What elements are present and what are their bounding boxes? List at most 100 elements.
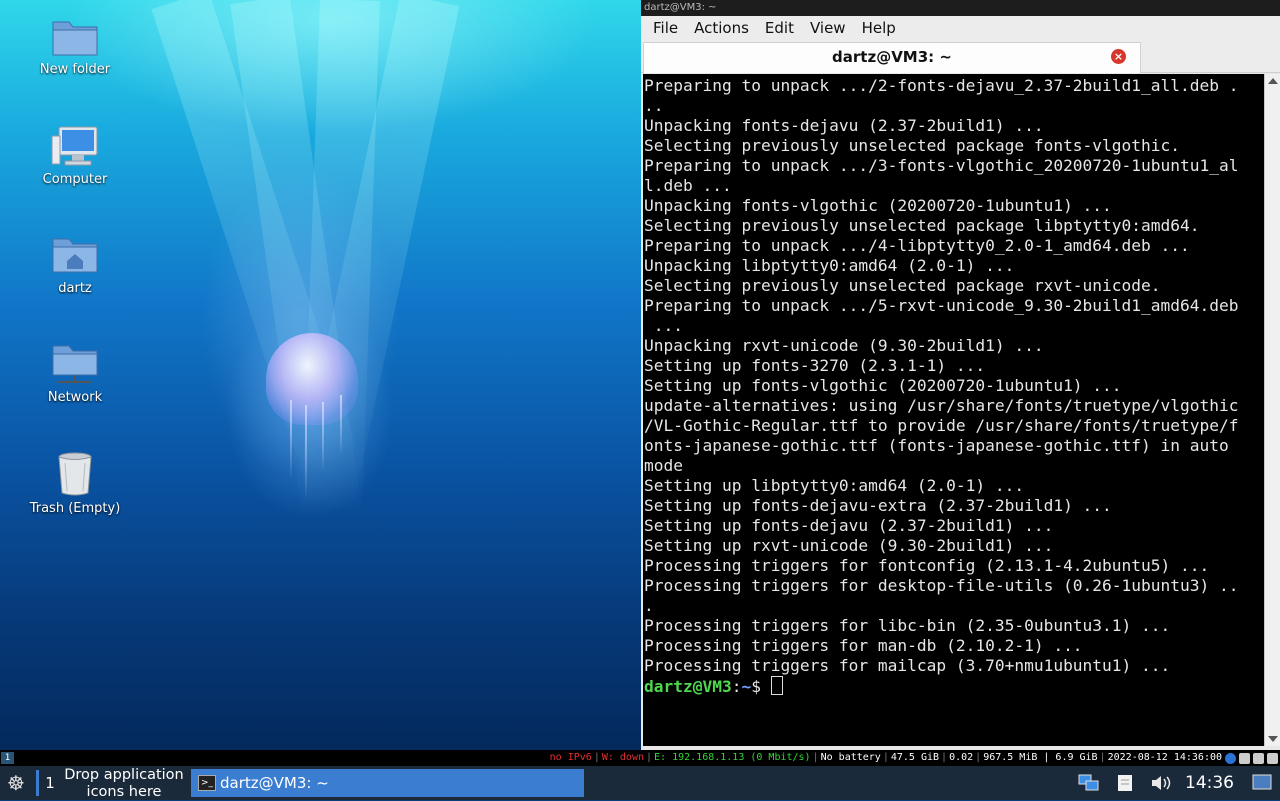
key-icon[interactable]	[1253, 752, 1264, 764]
desktop-icon-label: dartz	[58, 281, 92, 296]
key-icon[interactable]	[1239, 752, 1250, 764]
scroll-down-arrow-icon[interactable]	[1268, 736, 1278, 742]
workspace-indicator[interactable]: 1	[1, 752, 14, 764]
prompt-user: dartz@VM3	[644, 677, 732, 696]
terminal-line: Preparing to unpack .../4-libptytty0_2.0…	[644, 236, 1190, 255]
desktop-icon-network[interactable]: Network	[20, 342, 130, 405]
text-cursor	[770, 676, 783, 695]
desktop-icon-label: Trash (Empty)	[29, 501, 121, 516]
window-title-bar[interactable]: dartz@VM3: ~	[641, 0, 1280, 16]
desktop-icon-label: New folder	[39, 62, 111, 77]
jellyfish-tentacle	[305, 405, 307, 500]
status-separator: |	[646, 752, 653, 763]
desktop-wallpaper: New folder Computer dartz Network Trash …	[0, 0, 641, 750]
terminal-line: Unpacking libptytty0:amd64 (2.0-1) ...	[644, 256, 1015, 275]
terminal-window: dartz@VM3: ~ File Actions Edit View Help…	[641, 0, 1280, 750]
status-ipv6: no IPv6	[549, 752, 592, 763]
volume-icon[interactable]	[1150, 773, 1172, 793]
status-load: 0.02	[949, 752, 974, 763]
jellyfish	[266, 333, 358, 425]
taskbar: ☸ 1 Drop application icons here >_ dartz…	[0, 766, 1280, 800]
terminal-line: Selecting previously unselected package …	[644, 216, 1200, 235]
terminal-line: ..	[644, 96, 664, 115]
terminal-line: Setting up fonts-3270 (2.3.1-1) ...	[644, 356, 986, 375]
network-icon[interactable]	[1078, 773, 1100, 793]
terminal-prompt[interactable]: dartz@VM3:~$	[644, 676, 1264, 697]
terminal-line: Processing triggers for desktop-file-uti…	[644, 576, 1239, 595]
terminal-line: Preparing to unpack .../3-fonts-vlgothic…	[644, 156, 1239, 175]
home-folder-icon	[52, 238, 98, 273]
terminal-icon: >_	[198, 775, 216, 791]
tab-title: dartz@VM3: ~	[832, 48, 952, 66]
menu-edit[interactable]: Edit	[757, 19, 802, 37]
workspace-switcher[interactable]: 1	[36, 770, 61, 796]
status-memory: 967.5 MiB | 6.9 GiB	[983, 752, 1098, 763]
tab-bar: dartz@VM3: ~ ×	[641, 40, 1280, 73]
taskbar-clock[interactable]: 14:36	[1185, 773, 1234, 793]
scroll-up-arrow-icon[interactable]	[1268, 78, 1278, 84]
status-disk: 47.5 GiB	[890, 752, 940, 763]
status-battery: No battery	[820, 752, 881, 763]
terminal-line: Processing triggers for man-db (2.10.2-1…	[644, 636, 1083, 655]
terminal-line: Setting up fonts-dejavu-extra (2.37-2bui…	[644, 496, 1112, 515]
desktop-icon-new-folder[interactable]: New folder	[20, 16, 130, 77]
terminal-output[interactable]: Preparing to unpack .../2-fonts-dejavu_2…	[643, 74, 1264, 746]
terminal-line: mode	[644, 456, 683, 475]
network-folder-icon	[52, 345, 98, 383]
status-separator: |	[1099, 752, 1106, 763]
terminal-line: l.deb ...	[644, 176, 732, 195]
close-tab-icon[interactable]: ×	[1111, 49, 1126, 64]
desktop-icon-home[interactable]: dartz	[20, 233, 130, 296]
system-tray: 14:36	[1071, 766, 1280, 800]
terminal-line: Preparing to unpack .../2-fonts-dejavu_2…	[644, 76, 1239, 95]
taskbar-item-terminal[interactable]: >_ dartz@VM3: ~	[191, 769, 584, 797]
terminal-line: /VL-Gothic-Regular.ttf to provide /usr/s…	[644, 416, 1239, 435]
terminal-line: .	[644, 596, 654, 615]
terminal-scrollbar[interactable]	[1264, 74, 1280, 746]
quick-launch-area[interactable]: Drop application icons here	[60, 767, 188, 801]
status-wifi: W: down	[601, 752, 644, 763]
terminal-line: ...	[644, 316, 683, 335]
terminal-line: Setting up fonts-vlgothic (20200720-1ubu…	[644, 376, 1122, 395]
menu-file[interactable]: File	[645, 19, 686, 37]
terminal-line: Setting up rxvt-unicode (9.30-2build1) .…	[644, 536, 1054, 555]
desktop-icon-trash[interactable]: Trash (Empty)	[20, 451, 130, 516]
folder-icon	[52, 21, 98, 56]
terminal-line: Selecting previously unselected package …	[644, 276, 1161, 295]
terminal-line: Processing triggers for mailcap (3.70+nm…	[644, 656, 1171, 675]
terminal-line: onts-japanese-gothic.ttf (fonts-japanese…	[644, 436, 1229, 455]
jellyfish-tentacle	[290, 400, 292, 480]
terminal-line: Processing triggers for fontconfig (2.13…	[644, 556, 1210, 575]
trash-icon	[58, 452, 92, 496]
prompt-path: ~	[741, 677, 752, 696]
terminal-line: Processing triggers for libc-bin (2.35-0…	[644, 616, 1171, 635]
menu-help[interactable]: Help	[854, 19, 904, 37]
terminal-line: Unpacking fonts-vlgothic (20200720-1ubun…	[644, 196, 1112, 215]
jellyfish-tentacle	[340, 395, 342, 455]
terminal-line: update-alternatives: using /usr/share/fo…	[644, 396, 1239, 415]
terminal-line: Selecting previously unselected package …	[644, 136, 1181, 155]
status-separator: |	[882, 752, 889, 763]
status-separator: |	[593, 752, 600, 763]
terminal-tab[interactable]: dartz@VM3: ~ ×	[643, 42, 1141, 73]
computer-icon	[51, 126, 98, 166]
desktop-icon-computer[interactable]: Computer	[20, 124, 130, 187]
info-icon[interactable]	[1225, 752, 1236, 764]
desktop-icon-label: Computer	[42, 172, 108, 187]
status-items: no IPv6 | W: down | E: 192.168.1.13 (0 Mbi…	[550, 750, 1278, 766]
status-separator: |	[941, 752, 948, 763]
status-ethernet: E: 192.168.1.13 (0 Mbit/s)	[654, 752, 811, 763]
show-desktop-icon[interactable]	[1251, 773, 1273, 793]
taskbar-item-label: dartz@VM3: ~	[220, 774, 329, 792]
status-bar: 1 no IPv6 | W: down | E: 192.168.1.13 (0 M…	[0, 750, 1280, 766]
start-menu-icon[interactable]: ☸	[2, 769, 30, 797]
launcher-hint-line1: Drop application	[64, 767, 184, 783]
status-separator: |	[975, 752, 982, 763]
jellyfish-tentacle	[322, 402, 324, 472]
notes-icon[interactable]	[1114, 773, 1136, 793]
terminal-line: Setting up libptytty0:amd64 (2.0-1) ...	[644, 476, 1025, 495]
status-separator: |	[812, 752, 819, 763]
menu-view[interactable]: View	[802, 19, 854, 37]
clipboard-icon[interactable]	[1267, 752, 1278, 764]
menu-actions[interactable]: Actions	[686, 19, 757, 37]
